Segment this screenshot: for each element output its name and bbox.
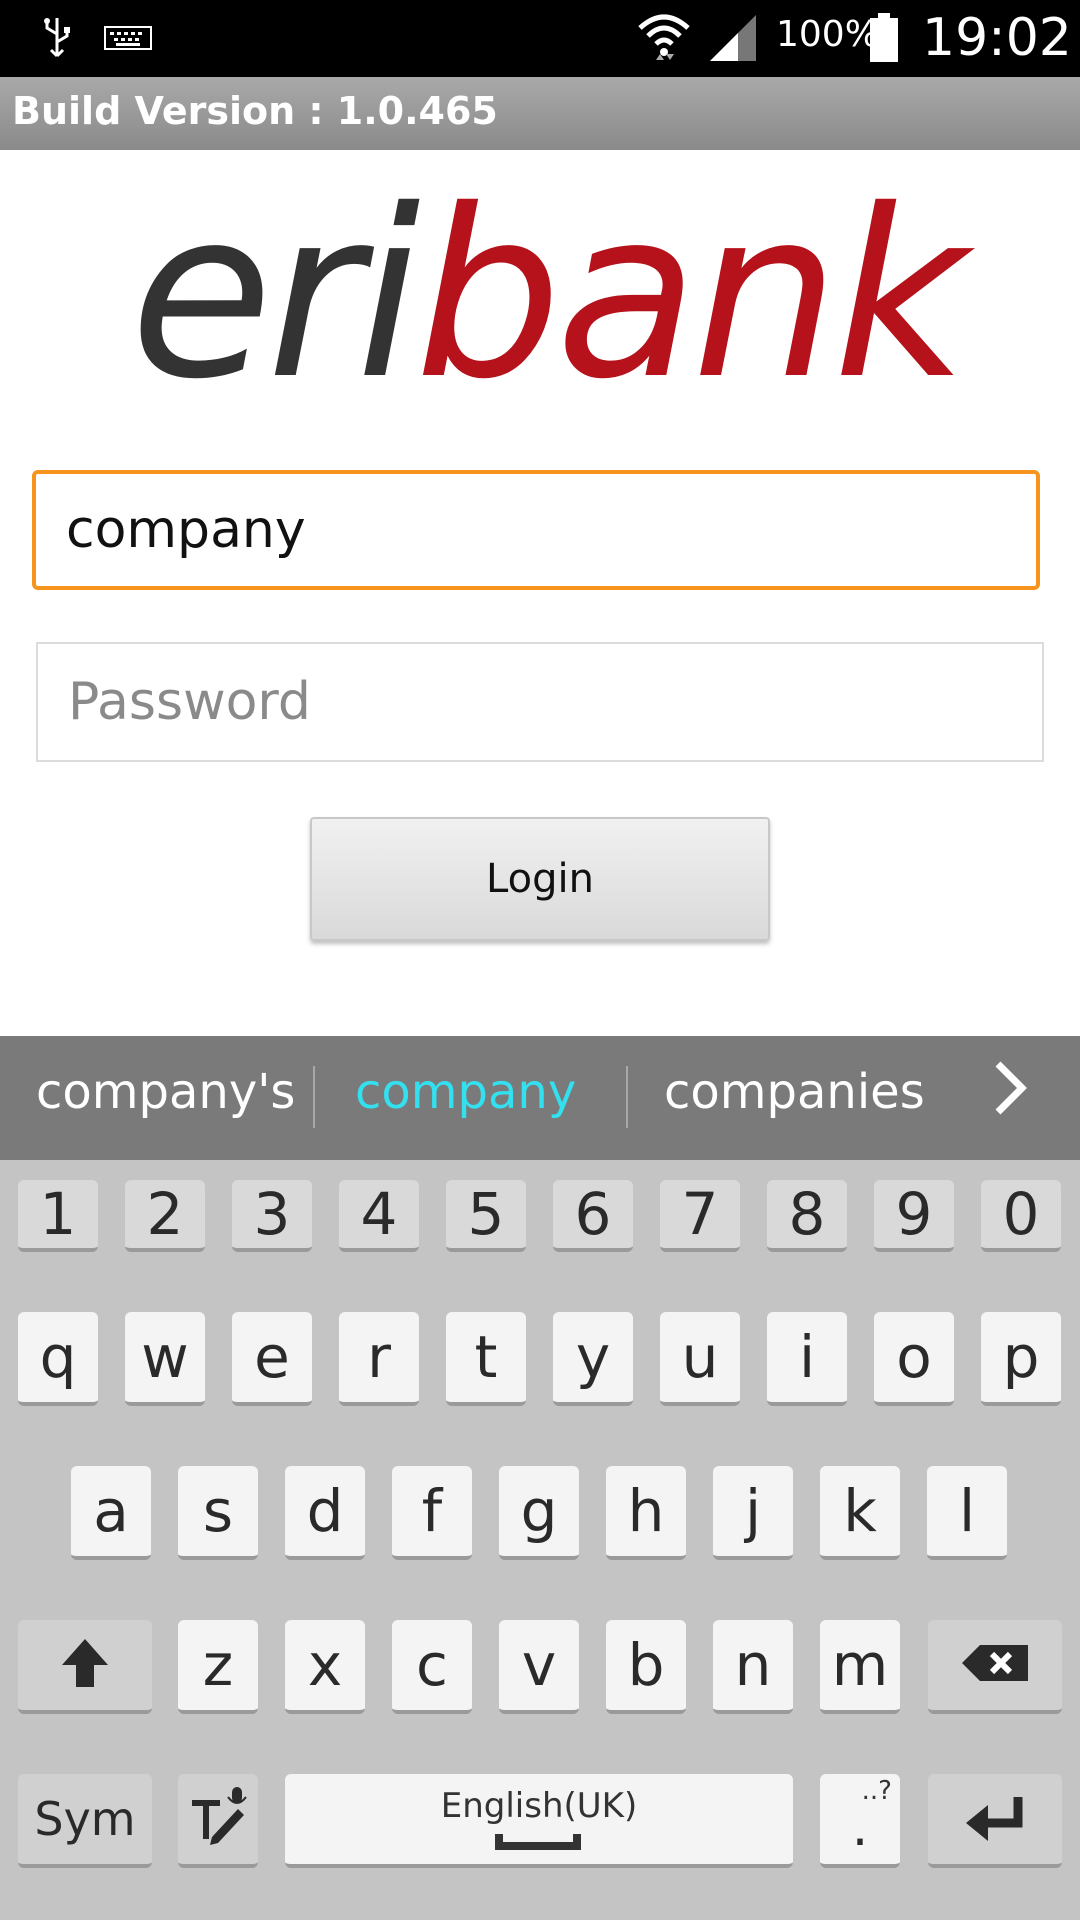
password-field[interactable]: Password	[36, 642, 1044, 762]
letter-key-v[interactable]: v	[499, 1620, 579, 1714]
wifi-icon	[636, 10, 692, 66]
letter-key-j[interactable]: j	[713, 1466, 793, 1560]
keyboard: 1234567890 qwertyuiop asdfghjkl zxcvbnm …	[0, 1160, 1080, 1920]
logo-bank: bank	[414, 160, 968, 430]
letter-key-b[interactable]: b	[606, 1620, 686, 1714]
number-key-7[interactable]: 7	[660, 1180, 740, 1252]
eribank-logo: eribank	[130, 175, 967, 415]
keyboard-icon	[104, 10, 152, 66]
handwriting-key[interactable]	[178, 1774, 258, 1868]
letter-key-x[interactable]: x	[285, 1620, 365, 1714]
letter-key-d[interactable]: d	[285, 1466, 365, 1560]
username-field[interactable]: company	[32, 470, 1040, 590]
number-key-9[interactable]: 9	[874, 1180, 954, 1252]
letter-key-n[interactable]: n	[713, 1620, 793, 1714]
enter-key[interactable]	[928, 1774, 1062, 1868]
number-key-3[interactable]: 3	[232, 1180, 312, 1252]
usb-icon	[40, 10, 74, 66]
chevron-right-icon[interactable]	[990, 1058, 1030, 1132]
letter-key-a[interactable]: a	[71, 1466, 151, 1560]
enter-icon	[962, 1793, 1028, 1845]
letter-key-c[interactable]: c	[392, 1620, 472, 1714]
suggestion-companies[interactable]: companies	[664, 1064, 925, 1120]
letter-key-r[interactable]: r	[339, 1312, 419, 1406]
space-language-label: English(UK)	[440, 1786, 638, 1826]
period-label: .	[851, 1798, 869, 1858]
shift-key[interactable]	[18, 1620, 152, 1714]
logo-eri: eri	[130, 160, 421, 430]
number-key-6[interactable]: 6	[553, 1180, 633, 1252]
letter-key-o[interactable]: o	[874, 1312, 954, 1406]
letter-key-f[interactable]: f	[392, 1466, 472, 1560]
letter-key-i[interactable]: i	[767, 1312, 847, 1406]
number-key-4[interactable]: 4	[339, 1180, 419, 1252]
handwriting-mic-icon	[186, 1785, 250, 1853]
letter-key-g[interactable]: g	[499, 1466, 579, 1560]
battery-percent: 100%	[776, 14, 879, 55]
letter-key-w[interactable]: w	[125, 1312, 205, 1406]
action-bar: Build Version : 1.0.465	[0, 77, 1080, 150]
suggestion-bar: company's company companies	[0, 1036, 1080, 1160]
number-key-8[interactable]: 8	[767, 1180, 847, 1252]
status-bar: 100% 19:02	[0, 0, 1080, 77]
suggestion-divider	[626, 1066, 628, 1128]
letter-key-t[interactable]: t	[446, 1312, 526, 1406]
period-key[interactable]: ..? .	[820, 1774, 900, 1868]
signal-icon	[708, 10, 758, 66]
backspace-icon	[960, 1643, 1030, 1687]
letter-key-q[interactable]: q	[18, 1312, 98, 1406]
letter-key-l[interactable]: l	[927, 1466, 1007, 1560]
shift-arrow-icon	[60, 1637, 110, 1693]
login-button[interactable]: Login	[310, 817, 770, 941]
suggestion-divider	[313, 1066, 315, 1128]
suggestion-companys[interactable]: company's	[36, 1064, 295, 1120]
sym-key[interactable]: Sym	[18, 1774, 152, 1868]
letter-key-y[interactable]: y	[553, 1312, 633, 1406]
letter-key-z[interactable]: z	[178, 1620, 258, 1714]
letter-key-p[interactable]: p	[981, 1312, 1061, 1406]
clock: 19:02	[922, 8, 1072, 68]
number-key-1[interactable]: 1	[18, 1180, 98, 1252]
suggestion-company[interactable]: company	[355, 1064, 576, 1120]
space-key[interactable]: English(UK)	[285, 1774, 793, 1868]
letter-key-h[interactable]: h	[606, 1466, 686, 1560]
number-key-2[interactable]: 2	[125, 1180, 205, 1252]
number-key-0[interactable]: 0	[981, 1180, 1061, 1252]
letter-key-k[interactable]: k	[820, 1466, 900, 1560]
letter-key-m[interactable]: m	[820, 1620, 900, 1714]
letter-key-s[interactable]: s	[178, 1466, 258, 1560]
letter-key-e[interactable]: e	[232, 1312, 312, 1406]
backspace-key[interactable]	[928, 1620, 1062, 1714]
build-version-title: Build Version : 1.0.465	[12, 89, 498, 133]
number-key-5[interactable]: 5	[446, 1180, 526, 1252]
letter-key-u[interactable]: u	[660, 1312, 740, 1406]
space-bar-icon	[495, 1834, 581, 1850]
battery-icon	[868, 10, 900, 66]
